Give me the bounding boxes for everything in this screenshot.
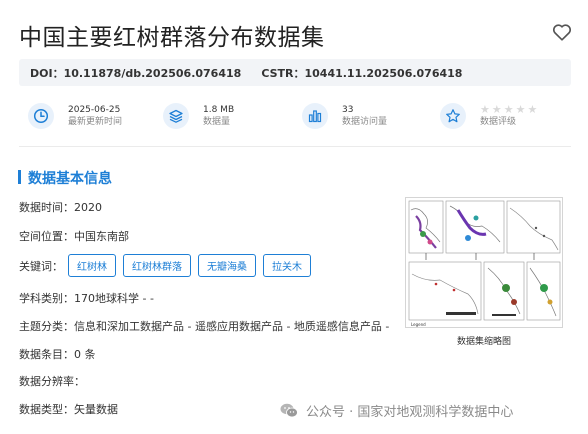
keyword-tags: 红树林 红树林群落 无瓣海桑 拉关木	[68, 254, 311, 277]
stats-row: 2025-06-25 最新更新时间 1.8 MB 数据量 33 数据访问量 ★ …	[19, 98, 571, 134]
favorite-heart-icon[interactable]	[551, 21, 573, 43]
section-accent-bar	[18, 170, 21, 184]
star-icon[interactable]: ★	[480, 104, 490, 115]
keyword-tag[interactable]: 无瓣海桑	[198, 254, 256, 277]
thumbnail-caption: 数据集缩略图	[456, 337, 511, 347]
star-icon[interactable]: ★	[528, 104, 538, 115]
info-data-time: 数据时间：2020	[19, 201, 102, 214]
rating-label: 数据评级	[480, 116, 517, 127]
keyword-tag[interactable]: 红树林群落	[123, 254, 191, 277]
wechat-icon	[280, 403, 298, 418]
star-outline-icon	[440, 103, 466, 129]
data-size-label: 数据量	[203, 116, 231, 127]
stat-data-size: 1.8 MB 数据量	[163, 98, 234, 134]
data-size-value: 1.8 MB	[203, 104, 235, 115]
doi-text[interactable]: DOI：10.11878/db.202506.076418	[30, 65, 241, 81]
watermark: 公众号 · 国家对地观测科学数据中心	[280, 401, 513, 420]
identifier-bar: DOI：10.11878/db.202506.076418 CSTR：10441…	[19, 59, 571, 86]
svg-text:Legend: Legend	[411, 322, 426, 327]
watermark-text: 公众号 · 国家对地观测科学数据中心	[306, 405, 514, 420]
section-title: 数据基本信息	[28, 171, 112, 187]
info-topic: 主题分类：信息和深加工数据产品 - 遥感应用数据产品 - 地质遥感信息产品 -	[19, 320, 390, 333]
stat-update-time: 2025-06-25 最新更新时间	[28, 98, 122, 134]
info-location: 空间位置：中国东南部	[19, 230, 129, 243]
info-records: 数据条目：0 条	[19, 348, 96, 361]
info-subject: 学科类别：170地球科学 - -	[19, 292, 154, 305]
visits-value: 33	[342, 104, 354, 115]
star-icon[interactable]: ★	[492, 104, 502, 115]
keyword-tag[interactable]: 拉关木	[263, 254, 311, 277]
info-resolution: 数据分辨率：	[19, 375, 85, 388]
update-date-value: 2025-06-25	[68, 104, 121, 115]
page-title: 中国主要红树群落分布数据集	[19, 25, 325, 51]
layers-icon	[163, 103, 189, 129]
clock-icon	[28, 103, 54, 129]
visits-label: 数据访问量	[342, 116, 388, 127]
thumbnail-map-image: Legend	[406, 198, 562, 327]
star-icon[interactable]: ★	[516, 104, 526, 115]
dataset-thumbnail[interactable]: Legend	[405, 197, 563, 328]
keyword-tag[interactable]: 红树林	[68, 254, 116, 277]
update-date-label: 最新更新时间	[68, 116, 123, 127]
bar-chart-icon	[302, 103, 328, 129]
cstr-text[interactable]: CSTR：10441.11.202506.076418	[261, 65, 462, 81]
keywords-label: 关键词：	[19, 259, 63, 273]
info-keywords: 关键词： 红树林 红树林群落 无瓣海桑 拉关木	[19, 254, 311, 277]
stat-visits: 33 数据访问量	[302, 98, 387, 134]
stat-rating: ★ ★ ★ ★ ★ 数据评级	[440, 98, 537, 134]
rating-stars[interactable]: ★ ★ ★ ★ ★	[480, 104, 537, 116]
divider	[19, 146, 571, 147]
star-icon[interactable]: ★	[504, 104, 514, 115]
info-data-type: 数据类型：矢量数据	[19, 403, 118, 416]
